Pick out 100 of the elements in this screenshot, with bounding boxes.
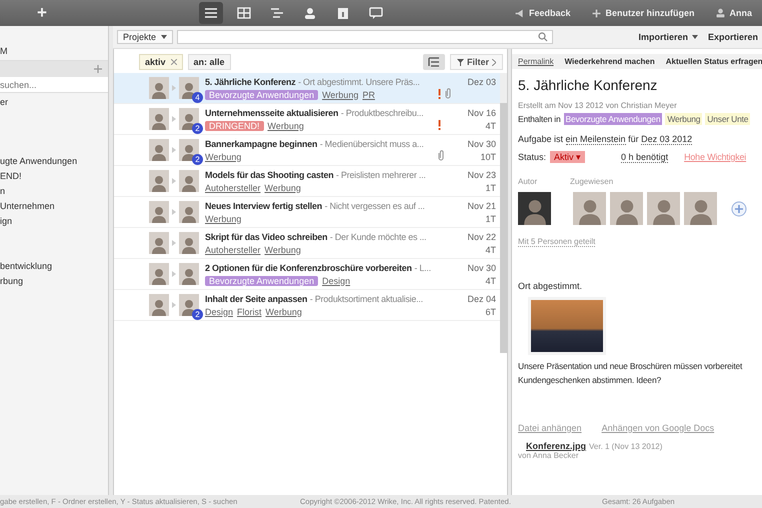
task-row[interactable]: Skript für das Video schreiben - Der Kunde möchte es ... Autohersteller Werbung Nov 22 4T bbox=[114, 228, 500, 259]
tag-link[interactable]: Design bbox=[322, 276, 350, 286]
add-button[interactable]: + bbox=[30, 2, 54, 24]
task-description: - Produktbeschreibu... bbox=[340, 108, 424, 118]
task-description: - L... bbox=[414, 262, 431, 272]
contained-label: Enthalten in bbox=[518, 114, 560, 124]
file-author: von Anna Becker bbox=[518, 451, 578, 460]
filter-button[interactable]: Filter bbox=[450, 54, 503, 70]
task-title: Unternehmensseite aktualisieren bbox=[205, 108, 338, 118]
toolbar-button[interactable]: Importieren bbox=[638, 32, 698, 42]
effort-field[interactable]: 0 h benötigt bbox=[621, 152, 668, 162]
task-row[interactable]: Models für das Shooting casten - Preislisten mehrerer ... Autohersteller Werbung Nov 23 1T bbox=[114, 166, 500, 197]
duration: 10T bbox=[479, 151, 496, 164]
file-version: Ver. 1 (Nov 13 2012) bbox=[589, 442, 662, 451]
person-silhouette-icon bbox=[650, 197, 676, 225]
person-silhouette-icon bbox=[522, 197, 548, 225]
view-button[interactable] bbox=[199, 2, 223, 24]
search-field[interactable] bbox=[177, 30, 554, 44]
chevron-icon bbox=[492, 58, 496, 66]
task-title: 5. Jährliche Konferenz bbox=[518, 77, 658, 93]
duration: 4T bbox=[484, 120, 496, 133]
task-row[interactable]: 2 Unternehmensseite aktualisieren - Produktbeschreibu... DRINGEND! Werbung Nov 16 4T bbox=[114, 104, 500, 135]
top-action[interactable]: Benutzer hinzufügen bbox=[590, 8, 694, 18]
task-row[interactable]: Neues Interview fertig stellen - Nicht vergessen es auf ... Werbung Nov 21 1T bbox=[114, 197, 500, 228]
exclamation-icon bbox=[438, 120, 441, 130]
sidebar-item[interactable]: Unternehmen bbox=[0, 199, 55, 214]
task-title: Skript für das Video schreiben bbox=[205, 232, 328, 242]
tag-link[interactable]: PR bbox=[362, 90, 375, 100]
speech-bubble-icon bbox=[368, 6, 384, 20]
tag-link[interactable]: Werbung bbox=[322, 90, 358, 100]
person-silhouette-icon bbox=[688, 197, 714, 225]
list-view-icon bbox=[203, 6, 219, 20]
task-row[interactable]: 2 Optionen für die Konferenzbroschüre vorbereiten - L... Bevorzugte Anwendungen Design Nov 30 4T bbox=[114, 259, 500, 290]
duration: 1T bbox=[484, 182, 496, 195]
caret-icon bbox=[692, 35, 698, 39]
project-dropdown[interactable]: Projekte bbox=[117, 30, 174, 44]
detail-action[interactable]: Wiederkehrend machen bbox=[564, 57, 655, 66]
person-icon bbox=[302, 6, 318, 20]
filter-chip[interactable]: aktiv bbox=[139, 54, 183, 70]
tag-link[interactable]: Werbung bbox=[266, 306, 302, 316]
tag-link[interactable]: Florist bbox=[237, 306, 262, 316]
folder-tag[interactable]: Werbung bbox=[665, 113, 702, 125]
person-silhouette-icon bbox=[151, 81, 167, 99]
chevron-icon bbox=[172, 240, 176, 246]
top-action[interactable]: Anna bbox=[714, 8, 752, 18]
due-date: Nov 23 bbox=[466, 169, 496, 182]
duration: 1T bbox=[484, 213, 496, 226]
task-row[interactable]: 2 Bannerkampagne beginnen - Medienübersicht muss a... Werbung Nov 30 10T bbox=[114, 135, 500, 166]
task-description: - Der Kunde möchte es ... bbox=[330, 232, 426, 242]
detail-action[interactable]: Aktuellen Status erfragen bbox=[666, 57, 762, 66]
table-view-icon bbox=[236, 6, 252, 20]
filter-chip[interactable]: an: alle bbox=[188, 54, 231, 70]
sidebar-item[interactable]: bentwicklung bbox=[0, 259, 52, 274]
plus-icon bbox=[590, 8, 602, 18]
close-icon[interactable] bbox=[170, 59, 177, 65]
sidebar-item[interactable]: rbung bbox=[0, 274, 24, 289]
tag-link[interactable]: Werbung bbox=[205, 214, 242, 224]
due-date: Nov 16 bbox=[466, 107, 496, 120]
sidebar-item[interactable]: n bbox=[0, 184, 6, 199]
megaphone-icon bbox=[514, 8, 525, 18]
chevron-icon bbox=[172, 147, 176, 153]
sidebar-item[interactable]: END! bbox=[0, 169, 22, 184]
add-icon[interactable] bbox=[731, 200, 747, 216]
tag-link[interactable]: Werbung bbox=[268, 120, 304, 130]
toolbar-button[interactable]: Exportieren bbox=[708, 32, 758, 42]
tag-link[interactable]: Werbung bbox=[264, 182, 301, 192]
task-row[interactable]: 2 Inhalt der Seite anpassen - Produktsortiment aktualisie... Design Florist Werbung Dez 04 6T bbox=[114, 290, 500, 321]
status-label: Status: bbox=[518, 152, 546, 162]
created-info: Erstellt am Nov 13 2012 von Christian Meyer bbox=[518, 101, 677, 110]
sidebar-item[interactable]: M bbox=[0, 44, 8, 59]
scrollbar-thumb[interactable] bbox=[500, 103, 507, 353]
search-field[interactable]: suchen... bbox=[0, 77, 108, 93]
tree-view-button[interactable] bbox=[422, 54, 445, 70]
task-description: - Medienübersicht muss a... bbox=[320, 138, 424, 148]
tag-link[interactable]: Design bbox=[205, 306, 234, 316]
tag-link[interactable]: Autohersteller bbox=[205, 244, 261, 254]
tag-link[interactable]: Werbung bbox=[205, 152, 242, 162]
person-silhouette-icon bbox=[181, 205, 197, 223]
task-title: Bannerkampagne beginnen bbox=[205, 138, 318, 148]
exclamation-icon bbox=[438, 89, 441, 99]
folder-tag[interactable]: Unser Unte bbox=[705, 113, 750, 125]
chevron-icon bbox=[172, 85, 176, 91]
tag-link[interactable]: Werbung bbox=[264, 244, 301, 254]
file-link[interactable]: Konferenz.jpg bbox=[526, 441, 586, 451]
permalink-link[interactable]: Permalink bbox=[518, 57, 554, 66]
count-badge: 4 bbox=[192, 92, 203, 103]
sidebar-item[interactable]: er bbox=[0, 95, 8, 110]
top-action[interactable]: Feedback bbox=[514, 8, 570, 18]
sidebar-item[interactable]: ign bbox=[0, 214, 12, 229]
milestone-info: Aufgabe ist ein Meilenstein für Dez 03 2012 bbox=[518, 134, 692, 144]
task-row[interactable]: 4 5. Jährliche Konferenz - Ort abgestimmt. Unsere Präs... Bevorzugte Anwendungen Werbung PR Dez 03 bbox=[114, 73, 500, 104]
person-silhouette-icon bbox=[151, 267, 167, 285]
task-title: 5. Jährliche Konferenz bbox=[205, 76, 296, 86]
tag-link[interactable]: Autohersteller bbox=[205, 182, 261, 192]
caret-icon bbox=[161, 35, 168, 39]
person-silhouette-icon bbox=[614, 197, 640, 225]
timeline-icon bbox=[269, 6, 285, 20]
person-silhouette-icon bbox=[576, 197, 602, 225]
sidebar-item[interactable]: ugte Anwendungen bbox=[0, 154, 78, 169]
chevron-icon bbox=[172, 178, 176, 184]
